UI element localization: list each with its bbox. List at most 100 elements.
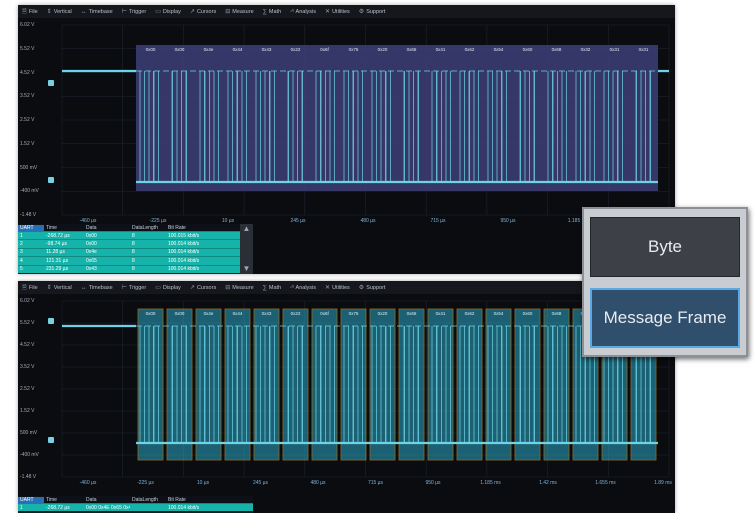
menu-measure[interactable]: ⊟ Measure: [225, 8, 253, 16]
column-header[interactable]: Time: [44, 225, 84, 231]
menu-bar: 🗎 File ⇕ Vertical ↔ Timebase ⊢ Trigger ▭ Display ↗…: [18, 281, 675, 294]
scroll-down-icon[interactable]: ▼: [243, 264, 251, 274]
decoded-byte-label: 0x75: [348, 311, 359, 316]
table-scrollbar[interactable]: ▲ ▼: [240, 224, 253, 274]
menu-label: Vertical: [53, 284, 72, 291]
menu-label: Timebase: [88, 8, 113, 15]
y-axis-label: 500 mV: [20, 164, 38, 171]
channel-ground-marker[interactable]: [48, 177, 54, 183]
table-cell: 100.014 kbit/s: [168, 249, 200, 256]
decoded-byte-label: 0x41: [435, 311, 446, 316]
column-header[interactable]: UART: [18, 224, 44, 231]
table-row[interactable]: 4 121.31 µs 0x65 8 100.014 kbit/s: [18, 256, 253, 265]
message-frame-box: [369, 308, 396, 461]
y-axis-label: 3.52 V: [20, 93, 35, 100]
menu-file[interactable]: 🗎 File: [22, 7, 38, 17]
column-header[interactable]: Data: [84, 497, 130, 503]
menu-support[interactable]: ⚙ Support: [359, 8, 386, 16]
decoded-byte-label: 0x43: [261, 47, 272, 52]
byte-button[interactable]: Byte: [590, 217, 740, 277]
measure-icon: ⊟: [225, 9, 231, 15]
table-row[interactable]: 1 -268.72 µs 0x00 8 100.015 kbit/s: [18, 231, 253, 240]
message-frame-box: [282, 308, 309, 461]
decoded-byte-label: 0x44: [232, 311, 243, 316]
y-axis-label: 6.02 V: [20, 22, 35, 28]
display-icon: ▭: [155, 285, 161, 291]
column-header[interactable]: DataLength: [130, 225, 166, 231]
message-frame-box: [137, 308, 164, 461]
menu-label: Support: [366, 284, 386, 291]
table-cell: 100.014 kbit/s: [168, 504, 200, 511]
table-cell: 0x00 0x4E 0x65 0x43 0x22 0x4E 0x75 0 ...: [86, 504, 130, 511]
menu-display[interactable]: ▭ Display: [155, 284, 181, 292]
menu-measure[interactable]: ⊟ Measure: [225, 284, 253, 292]
waveform-plot[interactable]: 6.02 V 5.52 V 4.52 V 3.52 V 2.52 V 1.52 V 500 …: [18, 19, 675, 224]
menu-file[interactable]: 🗎 File: [22, 283, 38, 293]
decoded-byte-label: 0x66: [406, 311, 417, 316]
math-icon: ∑: [262, 8, 267, 15]
table-cell: 3: [20, 249, 23, 256]
table-row[interactable]: 1 -268.72 µs 0x00 0x4E 0x65 0x43 0x22 0x4E…: [18, 503, 253, 512]
column-header[interactable]: UART: [18, 496, 44, 503]
decoded-byte-label: 0x62: [464, 311, 475, 316]
menu-label: File: [28, 284, 38, 291]
x-axis-label: 950 µs: [500, 218, 516, 224]
menu-utilities[interactable]: ✕ Utilities: [325, 8, 350, 16]
menu-timebase[interactable]: ↔ Timebase: [81, 285, 113, 291]
decoded-byte-label: 0x20: [377, 311, 388, 316]
menu-analysis[interactable]: ⩘ Analysis: [290, 8, 316, 15]
menu-support[interactable]: ⚙ Support: [358, 284, 386, 292]
menu-label: Math: [268, 8, 282, 15]
menu-label: Trigger: [128, 284, 147, 291]
menu-cursors[interactable]: ↗ Cursors: [189, 284, 216, 292]
menu-utilities[interactable]: ✕ Utilities: [325, 284, 350, 292]
menu-trigger[interactable]: ⊢ Trigger: [122, 8, 146, 16]
table-cell: 1: [20, 504, 23, 511]
menu-label: Display: [162, 284, 181, 291]
menu-cursors[interactable]: ↗ Cursors: [189, 8, 216, 16]
channel-ground-marker[interactable]: [48, 437, 54, 443]
menu-label: Analysis: [295, 284, 317, 291]
menu-analysis[interactable]: ⩘ Analysis: [290, 284, 316, 291]
menu-math[interactable]: ∑ Math: [263, 9, 282, 15]
table-row[interactable]: 2 -98.74 µs 0x00 8 100.014 kbit/s: [18, 239, 253, 248]
y-axis-label: 2.52 V: [20, 386, 35, 392]
column-header[interactable]: Bit Rate: [166, 497, 221, 503]
table-cell: -268.72 µs: [46, 232, 70, 239]
column-header[interactable]: Data: [84, 225, 130, 231]
menu-vertical[interactable]: ⇕ Vertical: [47, 8, 72, 16]
y-axis-label: 1.52 V: [20, 408, 35, 414]
message-frame-button[interactable]: Message Frame: [590, 288, 740, 348]
menu-display[interactable]: ▭ Display: [155, 8, 181, 16]
trigger-icon: ⊢: [121, 285, 127, 291]
channel-level-marker[interactable]: [48, 318, 54, 324]
table-cell: 8: [132, 232, 135, 239]
y-axis-label: 4.52 V: [20, 342, 35, 348]
table-cell: 0x43: [86, 266, 97, 273]
scroll-up-icon[interactable]: ▲: [243, 224, 251, 234]
waveform-plot[interactable]: 6.02 V 5.52 V 4.52 V 3.52 V 2.52 V 1.52 V 500 …: [18, 295, 675, 491]
menu-label: Display: [162, 8, 181, 15]
measure-icon: ⊟: [225, 285, 231, 291]
menu-trigger[interactable]: ⊢ Trigger: [121, 284, 147, 292]
column-header[interactable]: Time: [44, 497, 84, 503]
display-icon: ▭: [155, 9, 161, 15]
column-header[interactable]: Bit Rate: [166, 225, 221, 231]
cursors-icon: ↗: [189, 9, 195, 15]
menu-math[interactable]: ∑ Math: [263, 285, 282, 291]
waveform-canvas: [61, 24, 670, 216]
support-icon: ⚙: [358, 285, 365, 291]
table-row[interactable]: 3 11.28 µs 0x4e 8 100.014 kbit/s: [18, 247, 253, 257]
decoded-byte-label: 0x31: [638, 47, 649, 52]
channel-level-marker[interactable]: [48, 80, 54, 86]
table-cell: 0x00: [86, 241, 97, 248]
menu-vertical[interactable]: ⇕ Vertical: [47, 284, 72, 292]
x-axis-label: 1.42 ms: [539, 480, 557, 486]
cursors-icon: ↗: [189, 285, 195, 291]
menu-timebase[interactable]: ↔ Timebase: [81, 9, 113, 15]
table-cell: -268.72 µs: [46, 504, 70, 511]
table-row[interactable]: 5 231.29 µs 0x43 8 100.014 kbit/s: [18, 264, 253, 273]
analysis-icon: ⩘: [290, 8, 294, 14]
scope-screen-byte-view: 🗎 File ⇕ Vertical ↔ Timebase ⊢ Trigger ▭ Display ↗…: [18, 5, 675, 274]
column-header[interactable]: DataLength: [130, 497, 166, 503]
